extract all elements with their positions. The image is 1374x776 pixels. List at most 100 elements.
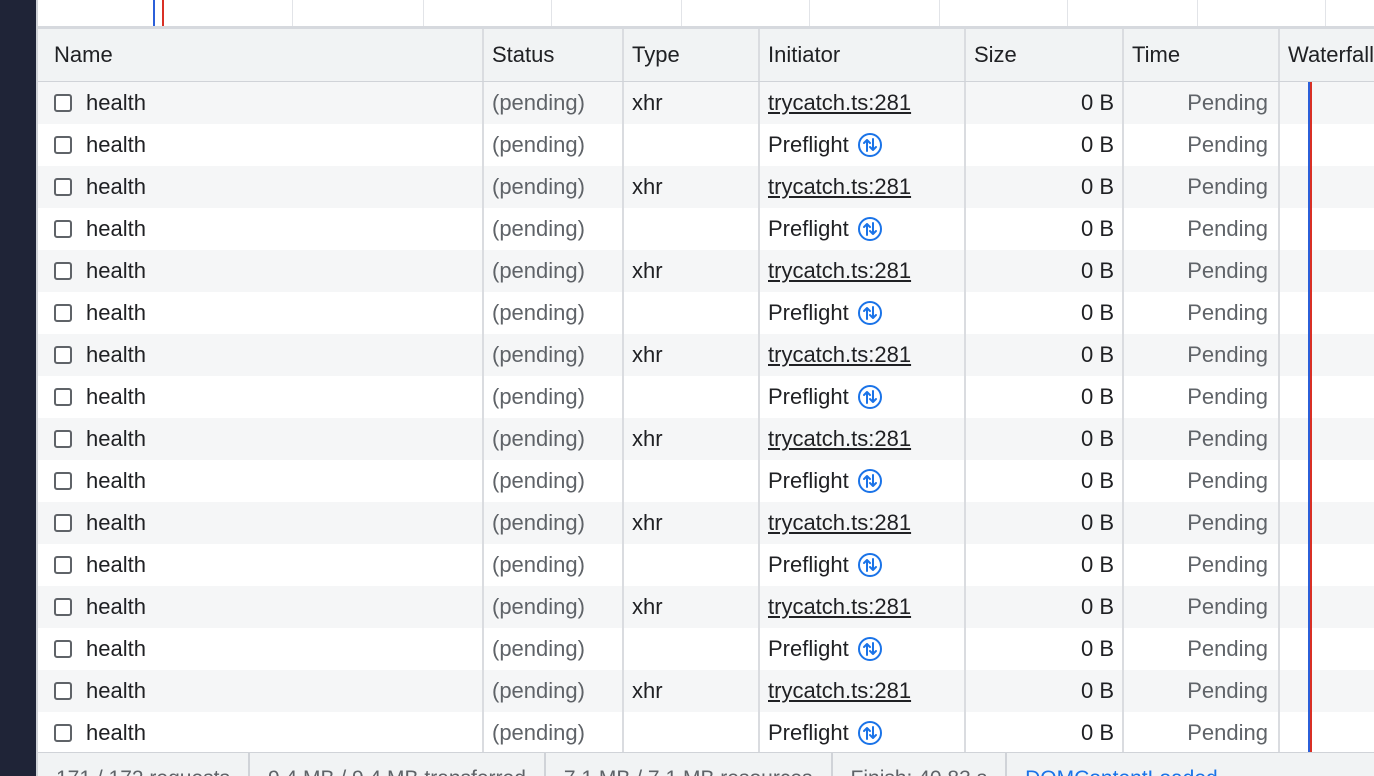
cell-initiator[interactable]: trycatch.ts:281 xyxy=(760,670,966,712)
table-row[interactable]: health (pending) Preflight 0 B Pending xyxy=(38,124,1374,166)
cell-type: xhr xyxy=(624,670,760,712)
table-row[interactable]: health (pending) Preflight 0 B Pending xyxy=(38,628,1374,670)
column-header-size[interactable]: Size xyxy=(966,29,1124,81)
cell-initiator[interactable]: trycatch.ts:281 xyxy=(760,82,966,124)
checkbox-icon[interactable] xyxy=(54,556,72,574)
checkbox-icon[interactable] xyxy=(54,220,72,238)
request-name: health xyxy=(86,594,146,619)
checkbox-icon[interactable] xyxy=(54,94,72,112)
cell-name[interactable]: health xyxy=(38,334,484,376)
table-row[interactable]: health (pending) xhr trycatch.ts:281 0 B Pend… xyxy=(38,250,1374,292)
cell-initiator: Preflight xyxy=(760,208,966,250)
initiator-link[interactable]: trycatch.ts:281 xyxy=(768,594,911,620)
table-row[interactable]: health (pending) Preflight 0 B Pending xyxy=(38,376,1374,418)
preflight-icon[interactable] xyxy=(857,216,883,242)
cell-initiator[interactable]: trycatch.ts:281 xyxy=(760,418,966,460)
cell-status: (pending) xyxy=(484,292,624,334)
initiator-label: Preflight xyxy=(768,552,849,577)
cell-name[interactable]: health xyxy=(38,250,484,292)
preflight-icon[interactable] xyxy=(857,552,883,578)
overview-grid-line xyxy=(551,0,552,26)
cell-name[interactable]: health xyxy=(38,376,484,418)
cell-initiator[interactable]: trycatch.ts:281 xyxy=(760,334,966,376)
cell-name[interactable]: health xyxy=(38,670,484,712)
table-header: Name Status Type Initiator Size Time Wat… xyxy=(38,29,1374,82)
cell-waterfall xyxy=(1280,418,1374,460)
table-row[interactable]: health (pending) xhr trycatch.ts:281 0 B Pend… xyxy=(38,670,1374,712)
checkbox-icon[interactable] xyxy=(54,682,72,700)
table-row[interactable]: health (pending) Preflight 0 B Pending xyxy=(38,208,1374,250)
preflight-icon[interactable] xyxy=(857,468,883,494)
column-header-waterfall[interactable]: Waterfall xyxy=(1280,29,1374,81)
cell-waterfall xyxy=(1280,502,1374,544)
preflight-icon[interactable] xyxy=(857,300,883,326)
cell-name[interactable]: health xyxy=(38,82,484,124)
table-row[interactable]: health (pending) xhr trycatch.ts:281 0 B Pend… xyxy=(38,418,1374,460)
initiator-link[interactable]: trycatch.ts:281 xyxy=(768,510,911,536)
cell-name[interactable]: health xyxy=(38,586,484,628)
preflight-icon[interactable] xyxy=(857,384,883,410)
column-header-status[interactable]: Status xyxy=(484,29,624,81)
request-name: health xyxy=(86,300,146,325)
checkbox-icon[interactable] xyxy=(54,178,72,196)
cell-time: Pending xyxy=(1124,670,1280,712)
checkbox-icon[interactable] xyxy=(54,262,72,280)
cell-status: (pending) xyxy=(484,460,624,502)
cell-initiator[interactable]: trycatch.ts:281 xyxy=(760,166,966,208)
initiator-label: Preflight xyxy=(768,216,849,241)
initiator-link[interactable]: trycatch.ts:281 xyxy=(768,174,911,200)
table-row[interactable]: health (pending) xhr trycatch.ts:281 0 B Pend… xyxy=(38,82,1374,124)
initiator-link[interactable]: trycatch.ts:281 xyxy=(768,426,911,452)
checkbox-icon[interactable] xyxy=(54,304,72,322)
timeline-overview[interactable] xyxy=(38,0,1374,29)
checkbox-icon[interactable] xyxy=(54,136,72,154)
checkbox-icon[interactable] xyxy=(54,640,72,658)
table-row[interactable]: health (pending) xhr trycatch.ts:281 0 B Pend… xyxy=(38,334,1374,376)
checkbox-icon[interactable] xyxy=(54,346,72,364)
preflight-icon[interactable] xyxy=(857,636,883,662)
column-header-type[interactable]: Type xyxy=(624,29,760,81)
column-header-name[interactable]: Name xyxy=(38,29,484,81)
cell-name[interactable]: health xyxy=(38,124,484,166)
cell-initiator[interactable]: trycatch.ts:281 xyxy=(760,502,966,544)
checkbox-icon[interactable] xyxy=(54,388,72,406)
column-header-initiator[interactable]: Initiator xyxy=(760,29,966,81)
cell-name[interactable]: health xyxy=(38,628,484,670)
status-dom-content-loaded[interactable]: DOMContentLoaded xyxy=(1007,753,1236,776)
initiator-link[interactable]: trycatch.ts:281 xyxy=(768,678,911,704)
table-row[interactable]: health (pending) Preflight 0 B Pending xyxy=(38,292,1374,334)
preflight-icon[interactable] xyxy=(857,132,883,158)
cell-name[interactable]: health xyxy=(38,502,484,544)
cell-name[interactable]: health xyxy=(38,418,484,460)
table-row[interactable]: health (pending) Preflight 0 B Pending xyxy=(38,544,1374,586)
table-row[interactable]: health (pending) xhr trycatch.ts:281 0 B Pend… xyxy=(38,502,1374,544)
column-header-time[interactable]: Time xyxy=(1124,29,1280,81)
cell-name[interactable]: health xyxy=(38,208,484,250)
initiator-link[interactable]: trycatch.ts:281 xyxy=(768,258,911,284)
table-row[interactable]: health (pending) Preflight 0 B Pending xyxy=(38,460,1374,502)
cell-name[interactable]: health xyxy=(38,166,484,208)
checkbox-icon[interactable] xyxy=(54,514,72,532)
table-row[interactable]: health (pending) Preflight 0 B Pending xyxy=(38,712,1374,754)
table-row[interactable]: health (pending) xhr trycatch.ts:281 0 B Pend… xyxy=(38,586,1374,628)
cell-initiator[interactable]: trycatch.ts:281 xyxy=(760,250,966,292)
cell-waterfall xyxy=(1280,460,1374,502)
initiator-link[interactable]: trycatch.ts:281 xyxy=(768,342,911,368)
cell-name[interactable]: health xyxy=(38,292,484,334)
cell-initiator[interactable]: trycatch.ts:281 xyxy=(760,586,966,628)
overview-grid-line xyxy=(1197,0,1198,26)
initiator-link[interactable]: trycatch.ts:281 xyxy=(768,90,911,116)
checkbox-icon[interactable] xyxy=(54,724,72,742)
checkbox-icon[interactable] xyxy=(54,430,72,448)
cell-status: (pending) xyxy=(484,250,624,292)
cell-name[interactable]: health xyxy=(38,712,484,754)
waterfall-load-line xyxy=(1310,544,1312,586)
preflight-icon[interactable] xyxy=(857,720,883,746)
cell-name[interactable]: health xyxy=(38,460,484,502)
checkbox-icon[interactable] xyxy=(54,472,72,490)
request-name: health xyxy=(86,426,146,451)
cell-size: 0 B xyxy=(966,460,1124,502)
checkbox-icon[interactable] xyxy=(54,598,72,616)
table-row[interactable]: health (pending) xhr trycatch.ts:281 0 B Pend… xyxy=(38,166,1374,208)
cell-name[interactable]: health xyxy=(38,544,484,586)
